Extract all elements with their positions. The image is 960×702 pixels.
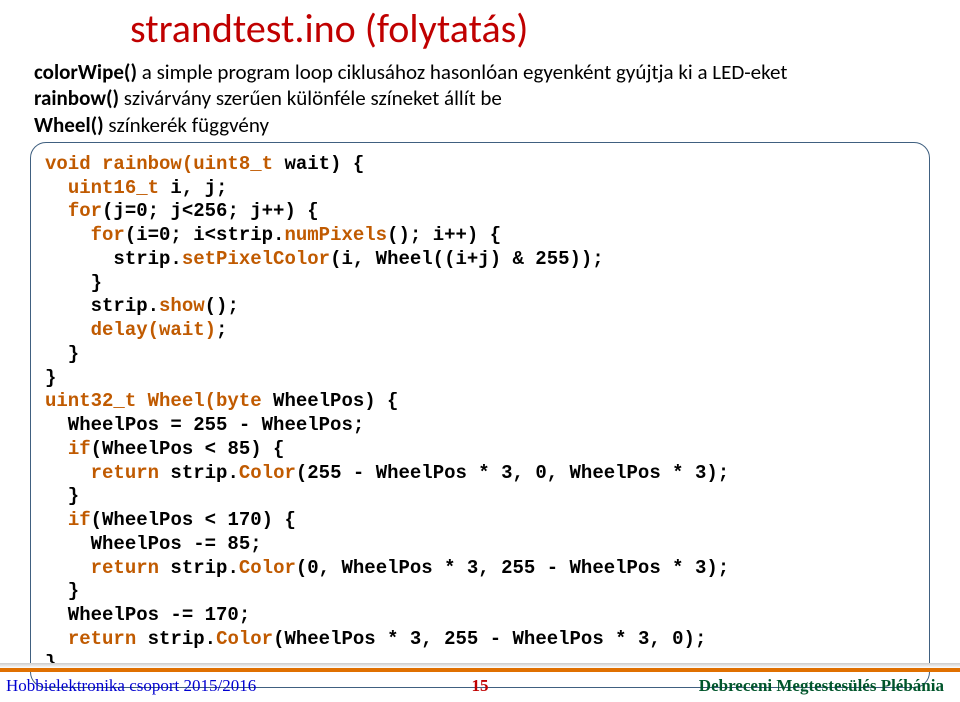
t18b: (0, WheelPos * 3, 255 - WheelPos * 3); xyxy=(296,557,729,579)
t12: WheelPos = 255 - WheelPos; xyxy=(45,414,364,436)
kw-ret1: return xyxy=(91,462,159,484)
desc-line-1: colorWipe() a simple program loop ciklus… xyxy=(34,59,926,85)
t14b: (255 - WheelPos * 3, 0, WheelPos * 3); xyxy=(296,462,729,484)
t13: (WheelPos < 85) { xyxy=(91,438,285,460)
desc-text-2: szivárvány szerűen különféle színeket ál… xyxy=(119,85,502,111)
color1: Color xyxy=(239,462,296,484)
t1: wait) { xyxy=(273,153,364,175)
t9: } xyxy=(45,343,79,365)
t7a: strip. xyxy=(45,295,159,317)
t21a: strip. xyxy=(136,628,216,650)
desc-text-3: színkerék függvény xyxy=(104,112,269,138)
t5b: (i, Wheel((i+j) & 255)); xyxy=(330,248,604,270)
t4: (i=0; i<strip. xyxy=(125,224,285,246)
t4b: (); i++) { xyxy=(387,224,501,246)
t3: (j=0; j<256; j++) { xyxy=(102,200,319,222)
color2: Color xyxy=(239,557,296,579)
typ-u16: uint16_t xyxy=(68,177,159,199)
footer: Hobbielektronika csoport 2015/2016 15 De… xyxy=(0,668,960,702)
fn-name-colorwipe: colorWipe() xyxy=(34,59,137,85)
footer-right: Debreceni Megtestesülés Plébánia xyxy=(699,676,944,696)
t5a: strip. xyxy=(45,248,182,270)
fn-wheel: Wheel(byte xyxy=(136,390,261,412)
t10: } xyxy=(45,367,56,389)
description-block: colorWipe() a simple program loop ciklus… xyxy=(30,59,930,138)
setPixelColor: setPixelColor xyxy=(182,248,330,270)
t8: ; xyxy=(216,319,227,341)
kw-delay: delay(wait) xyxy=(91,319,216,341)
t15: } xyxy=(45,485,79,507)
t16: (WheelPos < 170) { xyxy=(91,509,296,531)
kw-if1: if xyxy=(68,438,91,460)
desc-text-1: a simple program loop ciklusához hasonló… xyxy=(137,59,787,85)
kw-ret2: return xyxy=(91,557,159,579)
typ-u32: uint32_t xyxy=(45,390,136,412)
desc-line-3: Wheel() színkerék függvény xyxy=(34,112,926,138)
t2: i, j; xyxy=(159,177,227,199)
kw-if2: if xyxy=(68,509,91,531)
numPixels: numPixels xyxy=(284,224,387,246)
fn-rainbow: rainbow(uint8_t xyxy=(102,153,273,175)
t17: WheelPos -= 85; xyxy=(45,533,262,555)
code-box: void rainbow(uint8_t wait) { uint16_t i,… xyxy=(30,142,930,689)
kw-ret3: return xyxy=(68,628,136,650)
fn-name-rainbow: rainbow() xyxy=(34,85,119,111)
t7b: (); xyxy=(205,295,239,317)
desc-line-2: rainbow() szivárvány szerűen különféle s… xyxy=(34,85,926,111)
show: show xyxy=(159,295,205,317)
color3: Color xyxy=(216,628,273,650)
t19: } xyxy=(45,580,79,602)
fn-name-wheel: Wheel() xyxy=(34,112,104,138)
t21b: (WheelPos * 3, 255 - WheelPos * 3, 0); xyxy=(273,628,706,650)
t11: WheelPos) { xyxy=(262,390,399,412)
t6: } xyxy=(45,272,102,294)
t20: WheelPos -= 170; xyxy=(45,604,250,626)
slide: strandtest.ino (folytatás) colorWipe() a… xyxy=(0,0,960,702)
t18a: strip. xyxy=(159,557,239,579)
page-title: strandtest.ino (folytatás) xyxy=(30,0,930,53)
kw-for1: for xyxy=(68,200,102,222)
kw-void: void xyxy=(45,153,91,175)
kw-for2: for xyxy=(91,224,125,246)
t14a: strip. xyxy=(159,462,239,484)
